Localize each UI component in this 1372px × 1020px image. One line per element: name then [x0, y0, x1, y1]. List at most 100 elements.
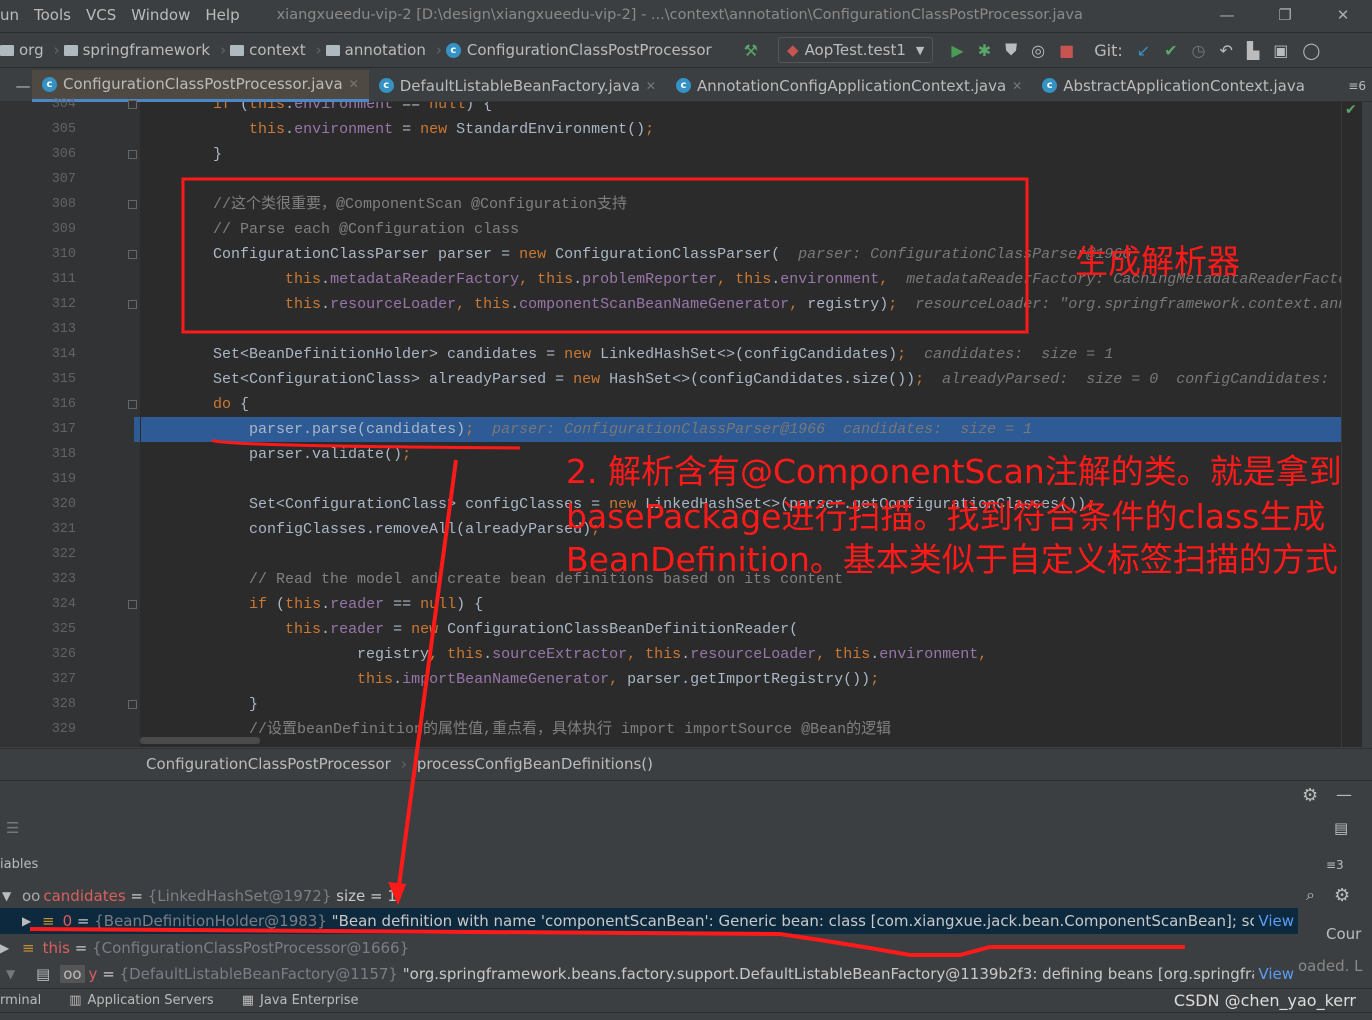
code-line[interactable]: }	[141, 692, 1362, 717]
expand-arrow-icon[interactable]: ▼	[0, 889, 22, 903]
line-number[interactable]: 325	[42, 622, 76, 637]
code-line[interactable]: //这个类很重要，@ComponentScan @Configuration支持	[141, 192, 1362, 217]
line-number[interactable]: 326	[42, 647, 76, 662]
menu-help[interactable]: Help	[205, 6, 239, 24]
code-line[interactable]: // Parse each @Configuration class	[141, 217, 1362, 242]
expand-arrow-icon[interactable]: ▶	[0, 941, 22, 955]
breadcrumb-class[interactable]: ConfigurationClassPostProcessor	[146, 755, 391, 773]
run-icon[interactable]: ▶	[951, 41, 963, 60]
horizontal-scrollbar[interactable]	[140, 737, 260, 744]
git-commit-icon[interactable]: ✔	[1164, 41, 1177, 60]
code-line[interactable]: do {	[141, 392, 1362, 417]
variable-row[interactable]: ▼ oo candidates = {LinkedHashSet@1972} s…	[0, 883, 1298, 909]
fold-marker-icon[interactable]	[128, 100, 137, 109]
expand-arrow-icon[interactable]: ▶	[0, 914, 42, 928]
code-line[interactable]: Set<BeanDefinitionHolder> candidates = n…	[141, 342, 1362, 367]
code-editor[interactable]: if (this.environment == null) { this.env…	[140, 102, 1362, 747]
code-line[interactable]: Set<ConfigurationClass> alreadyParsed = …	[141, 367, 1362, 392]
line-number[interactable]: 324	[42, 597, 76, 612]
fold-marker-icon[interactable]	[128, 600, 137, 609]
menu-run[interactable]: un	[0, 6, 19, 24]
restore-layout-button[interactable]: ≡3	[1326, 858, 1344, 872]
tab-overflow-button[interactable]: ≡6	[1348, 79, 1366, 93]
minimize-panel-icon[interactable]: —	[1336, 785, 1352, 804]
terminal-icon[interactable]: ▣	[1273, 41, 1288, 60]
line-number[interactable]: 320	[42, 497, 76, 512]
code-line[interactable]: this.resourceLoader, this.componentScanB…	[141, 292, 1362, 317]
git-update-icon[interactable]: ↙	[1137, 41, 1150, 60]
variable-row[interactable]: ▶ ≡ this = {ConfigurationClassPostProces…	[0, 935, 1298, 961]
menu-window[interactable]: Window	[131, 6, 190, 24]
variable-row[interactable]: ▼ ▤ oo y = {DefaultListableBeanFactory@1…	[0, 961, 1298, 987]
fold-marker-icon[interactable]	[128, 300, 137, 309]
debug-icon[interactable]: ✱	[978, 41, 991, 60]
tab-configurationclasspostprocessor[interactable]: c ConfigurationClassPostProcessor.java ✕	[32, 69, 369, 102]
minimize-button[interactable]: —	[1198, 6, 1256, 24]
search-icon[interactable]: ⌕	[1306, 885, 1315, 905]
line-number[interactable]: 313	[42, 322, 76, 337]
crumb-context[interactable]: context	[230, 41, 306, 59]
rollback-icon[interactable]: ↶	[1220, 41, 1233, 60]
close-tab-icon[interactable]: ✕	[646, 79, 656, 93]
line-number[interactable]: 329	[42, 722, 76, 737]
current-execution-line[interactable]: parser.parse(candidates); parser: Configu…	[141, 417, 1362, 442]
line-number[interactable]: 312	[42, 297, 76, 312]
view-link[interactable]: View	[1258, 965, 1298, 983]
application-servers-tab[interactable]: Application Servers	[88, 993, 214, 1008]
layout-settings-icon[interactable]: ▤	[1334, 819, 1348, 837]
close-button[interactable]: ✕	[1314, 6, 1372, 24]
line-number[interactable]: 306	[42, 147, 76, 162]
line-number[interactable]: 315	[42, 372, 76, 387]
code-line[interactable]: if (this.reader == null) {	[141, 592, 1362, 617]
coverage-icon[interactable]: ⛊	[1005, 40, 1017, 60]
code-line[interactable]: //设置beanDefinition的属性值,重点看，具体执行 import i…	[141, 717, 1362, 742]
line-number[interactable]: 328	[42, 697, 76, 712]
history-icon[interactable]: ◷	[1192, 41, 1206, 60]
line-number[interactable]: 319	[42, 472, 76, 487]
line-number[interactable]: 308	[42, 197, 76, 212]
close-tab-icon[interactable]: ✕	[1012, 79, 1022, 93]
close-tab-icon[interactable]: ✕	[349, 77, 359, 91]
line-number[interactable]: 317	[42, 422, 76, 437]
fold-marker-icon[interactable]	[128, 200, 137, 209]
line-number[interactable]: 309	[42, 222, 76, 237]
run-config-select[interactable]: ◆ AopTest.test1 ▼	[778, 37, 934, 63]
tab-abstractapplicationcontext[interactable]: c AbstractApplicationContext.java	[1032, 70, 1315, 102]
crumb-annotation[interactable]: annotation	[325, 41, 426, 59]
crumb-springframework[interactable]: springframework	[63, 41, 210, 59]
line-number[interactable]: 314	[42, 347, 76, 362]
code-line[interactable]: }	[141, 142, 1362, 167]
project-structure-icon[interactable]: ▙	[1247, 41, 1259, 60]
line-number[interactable]: 310	[42, 247, 76, 262]
code-line[interactable]: this.importBeanNameGenerator, parser.get…	[141, 667, 1362, 692]
crumb-class[interactable]: c ConfigurationClassPostProcessor	[445, 41, 712, 59]
editor-scrollbar[interactable]: ✔	[1341, 102, 1362, 747]
fold-marker-icon[interactable]	[128, 700, 137, 709]
line-number[interactable]: 316	[42, 397, 76, 412]
tab-annotationconfigapplicationcontext[interactable]: c AnnotationConfigApplicationContext.java…	[666, 70, 1032, 102]
code-line[interactable]	[141, 317, 1362, 342]
crumb-org[interactable]: org	[0, 41, 44, 59]
code-line[interactable]	[141, 167, 1362, 192]
variable-row-selected[interactable]: ▶ ≡ 0 = {BeanDefinitionHolder@1983} "Bea…	[0, 908, 1298, 934]
line-number[interactable]: 318	[42, 447, 76, 462]
collapse-icon[interactable]: —	[14, 77, 32, 95]
line-number[interactable]: 327	[42, 672, 76, 687]
tab-defaultlistablebeanfactory[interactable]: c DefaultListableBeanFactory.java ✕	[369, 70, 666, 102]
line-number[interactable]: 311	[42, 272, 76, 287]
maximize-button[interactable]: ❐	[1256, 6, 1314, 24]
line-number[interactable]: 305	[42, 122, 76, 137]
code-line[interactable]: registry, this.sourceExtractor, this.res…	[141, 642, 1362, 667]
breadcrumb-method[interactable]: processConfigBeanDefinitions()	[417, 755, 653, 773]
copy-icon[interactable]: ▤	[36, 965, 50, 983]
expand-arrow-icon[interactable]: ▼	[0, 967, 36, 981]
terminal-tab[interactable]: rminal	[0, 993, 41, 1008]
java-enterprise-tab[interactable]: Java Enterprise	[260, 993, 358, 1008]
watch-icon[interactable]: oo	[60, 965, 85, 983]
fold-marker-icon[interactable]	[128, 250, 137, 259]
code-line[interactable]: if (this.environment == null) {	[141, 102, 1362, 117]
line-number[interactable]: 323	[42, 572, 76, 587]
menu-tools[interactable]: Tools	[34, 6, 71, 24]
line-number[interactable]: 304	[42, 97, 76, 112]
line-number[interactable]: 322	[42, 547, 76, 562]
